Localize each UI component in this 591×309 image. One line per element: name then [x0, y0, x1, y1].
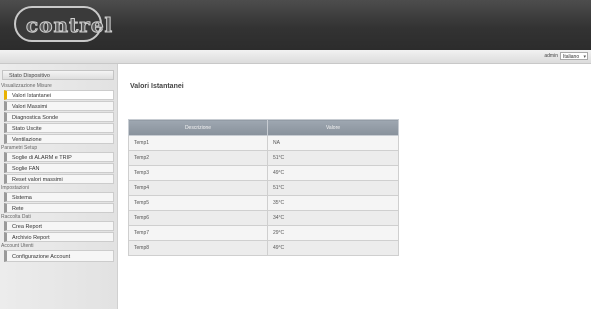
table-row: Temp1 NA — [128, 135, 399, 151]
sidebar-section-visualizzazione: Visualizzazione Misure — [1, 83, 52, 89]
sidebar-item-ventilazione[interactable]: Ventilazione — [4, 134, 114, 144]
logo-text: contrel — [25, 13, 114, 38]
cell-valore: 35°C — [267, 195, 399, 211]
cell-descrizione: Temp8 — [128, 240, 268, 256]
cell-valore: 51°C — [267, 180, 399, 196]
sidebar-section-account: Account Utenti — [1, 243, 34, 249]
values-table: Descrizione Valore Temp1 NA Temp2 51°C T… — [128, 119, 399, 256]
table-row: Temp3 49°C — [128, 165, 399, 181]
cell-valore: 49°C — [267, 240, 399, 256]
sidebar-item-soglie-alarm-trip[interactable]: Soglie di ALARM e TRIP — [4, 152, 114, 162]
cell-valore: 29°C — [267, 225, 399, 241]
cell-descrizione: Temp7 — [128, 225, 268, 241]
column-header-descrizione: Descrizione — [128, 119, 268, 136]
sidebar-item-valori-massimi[interactable]: Valori Massimi — [4, 101, 114, 111]
contrel-logo: contrel — [14, 6, 113, 42]
sidebar-item-stato-uscite[interactable]: Stato Uscite — [4, 123, 114, 133]
sidebar-item-reset-valori[interactable]: Reset valori massimi — [4, 174, 114, 184]
chevron-down-icon: ▾ — [583, 54, 586, 60]
sidebar-item-crea-report[interactable]: Crea Report — [4, 221, 114, 231]
table-row: Temp5 35°C — [128, 195, 399, 211]
sidebar-section-parametri: Parametri Setup — [1, 145, 38, 151]
sidebar-item-sistema[interactable]: Sistema — [4, 192, 114, 202]
table-row: Temp2 51°C — [128, 150, 399, 166]
page-title: Valori Istantanei — [130, 83, 184, 90]
cell-descrizione: Temp3 — [128, 165, 268, 181]
table-header-row: Descrizione Valore — [128, 119, 399, 136]
sidebar-item-soglie-fan[interactable]: Soglie FAN — [4, 163, 114, 173]
table-row: Temp7 29°C — [128, 225, 399, 241]
cell-valore: 51°C — [267, 150, 399, 166]
sidebar-section-impostazioni: Impostazioni — [1, 185, 30, 191]
cell-descrizione: Temp1 — [128, 135, 268, 151]
sidebar-item-diagnostica-sonde[interactable]: Diagnostica Sonde — [4, 112, 114, 122]
table-row: Temp6 34°C — [128, 210, 399, 226]
cell-descrizione: Temp6 — [128, 210, 268, 226]
column-header-valore: Valore — [267, 119, 399, 136]
app-header: contrel — [0, 0, 591, 50]
language-value: Italiano — [563, 54, 580, 60]
table-row: Temp8 49°C — [128, 240, 399, 256]
cell-descrizione: Temp2 — [128, 150, 268, 166]
sidebar-item-stato-dispositivo[interactable]: Stato Dispositivo — [2, 70, 114, 80]
cell-valore: 34°C — [267, 210, 399, 226]
table-row: Temp4 51°C — [128, 180, 399, 196]
sidebar-section-raccolta-dati: Raccolta Dati — [1, 214, 31, 220]
sidebar: Stato Dispositivo Visualizzazione Misure… — [0, 64, 118, 309]
cell-descrizione: Temp4 — [128, 180, 268, 196]
sidebar-item-valori-istantanei[interactable]: Valori Istantanei — [4, 90, 114, 100]
sidebar-item-archivio-report[interactable]: Archivio Report — [4, 232, 114, 242]
sidebar-item-rete[interactable]: Rete — [4, 203, 114, 213]
cell-descrizione: Temp5 — [128, 195, 268, 211]
cell-valore: NA — [267, 135, 399, 151]
language-select[interactable]: Italiano ▾ — [560, 52, 588, 60]
sidebar-item-configurazione-account[interactable]: Configurazione Account — [4, 250, 114, 262]
cell-valore: 49°C — [267, 165, 399, 181]
user-name: admin — [544, 53, 558, 59]
top-bar — [0, 50, 591, 64]
